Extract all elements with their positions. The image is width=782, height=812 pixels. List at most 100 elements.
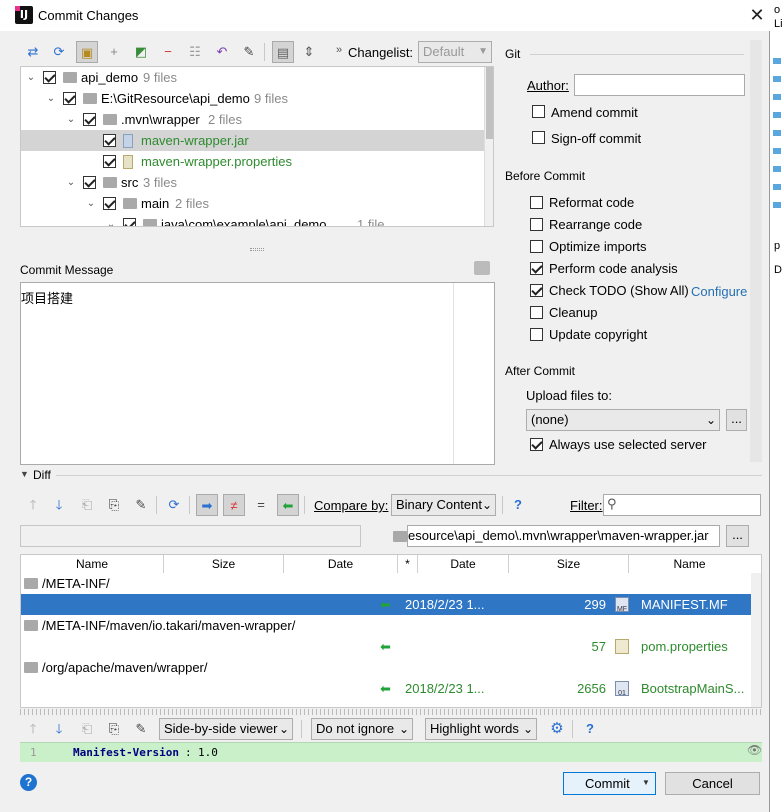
tree-checkbox[interactable] bbox=[103, 155, 116, 168]
changes-tree[interactable]: ⌄ api_demo 9 files ⌄ E:\GitResource\api_… bbox=[20, 66, 494, 227]
tree-checkbox[interactable] bbox=[123, 218, 136, 226]
table-row-folder[interactable]: /META-INF/ bbox=[21, 573, 751, 594]
commit-message-input[interactable]: 项目搭建 bbox=[20, 282, 495, 465]
expand-all-icon[interactable]: ⇕ bbox=[298, 41, 320, 63]
previous-file-icon[interactable]: ⎗ bbox=[76, 494, 98, 516]
next-file-icon[interactable]: ⎘ bbox=[103, 718, 125, 740]
commit-button[interactable]: Commit ▼ bbox=[563, 772, 656, 795]
show-deleted-icon[interactable]: ⬅ bbox=[277, 494, 299, 516]
diff-file-table[interactable]: Name Size Date * Date Size Name /META-IN… bbox=[20, 554, 762, 708]
show-equal-icon[interactable]: = bbox=[250, 494, 272, 516]
splitter-handle[interactable] bbox=[250, 248, 264, 251]
arrow-up-icon[interactable]: 🡑 bbox=[22, 718, 44, 740]
move-icon[interactable]: ◩ bbox=[130, 41, 152, 63]
help-icon[interactable]: ? bbox=[579, 718, 601, 740]
browse-path-button[interactable]: ... bbox=[726, 525, 749, 547]
diff-code-line[interactable]: 1 Manifest-Version : 1.0 👁 bbox=[20, 742, 762, 762]
add-icon[interactable]: + bbox=[103, 41, 125, 63]
upload-server-dropdown[interactable]: (none) ⌄ bbox=[526, 409, 720, 431]
always-use-server-checkbox[interactable] bbox=[530, 438, 543, 451]
show-difference-icon[interactable]: ≠ bbox=[223, 494, 245, 516]
refresh-icon[interactable]: ⟳ bbox=[163, 494, 185, 516]
check-todo-checkbox[interactable] bbox=[530, 284, 543, 297]
arrow-down-icon[interactable]: 🡓 bbox=[48, 494, 70, 516]
column-header-size-right[interactable]: Size bbox=[509, 555, 629, 573]
edit-source-icon[interactable]: ✎ bbox=[130, 718, 152, 740]
signoff-commit-checkbox[interactable] bbox=[532, 131, 545, 144]
table-row-folder[interactable]: /META-INF/maven/io.takari/maven-wrapper/ bbox=[21, 615, 751, 636]
eye-icon[interactable]: 👁 bbox=[747, 743, 762, 757]
configure-link[interactable]: Configure bbox=[691, 284, 747, 299]
refresh-icon[interactable]: ⟳ bbox=[48, 41, 70, 63]
cancel-button[interactable]: Cancel bbox=[665, 772, 760, 795]
tree-scrollbar[interactable] bbox=[484, 67, 493, 226]
viewer-mode-dropdown[interactable]: Side-by-side viewer ⌄ bbox=[159, 718, 293, 740]
tree-checkbox[interactable] bbox=[83, 176, 96, 189]
code-analysis-checkbox[interactable] bbox=[530, 262, 543, 275]
author-input[interactable] bbox=[574, 74, 745, 96]
highlight-dropdown[interactable]: Highlight words ⌄ bbox=[425, 718, 537, 740]
close-window-button[interactable]: ✕ bbox=[744, 2, 770, 28]
help-icon[interactable]: ? bbox=[507, 494, 529, 516]
column-header-date-right[interactable]: Date bbox=[418, 555, 509, 573]
revert-icon[interactable]: ↶ bbox=[211, 41, 233, 63]
table-row-folder[interactable]: /org/apache/maven/wrapper/ bbox=[21, 657, 751, 678]
cleanup-checkbox[interactable] bbox=[530, 306, 543, 319]
chevron-down-icon[interactable]: ⌄ bbox=[45, 88, 57, 109]
configure-server-button[interactable]: ... bbox=[726, 409, 747, 431]
changelist-dropdown[interactable]: Default ▼ bbox=[418, 41, 492, 63]
tree-node-java[interactable]: ⌄ java\com\example\api_demo 1 file bbox=[21, 214, 484, 226]
column-header-size-left[interactable]: Size bbox=[164, 555, 284, 573]
commit-history-icon[interactable] bbox=[474, 261, 490, 275]
optimize-imports-checkbox[interactable] bbox=[530, 240, 543, 253]
table-row[interactable]: ⬅ 57 pom.properties bbox=[21, 636, 751, 657]
table-scrollbar[interactable] bbox=[751, 573, 761, 707]
tree-node-properties[interactable]: maven-wrapper.properties bbox=[21, 151, 484, 172]
tree-node-mvn[interactable]: ⌄ .mvn\wrapper 2 files bbox=[21, 109, 484, 130]
right-path-field[interactable]: esource\api_demo\.mvn\wrapper\maven-wrap… bbox=[407, 525, 720, 547]
column-header-name-left[interactable]: Name bbox=[21, 555, 164, 573]
filter-input[interactable]: ⚲ bbox=[603, 494, 761, 516]
chevron-down-icon[interactable]: ▼ bbox=[642, 778, 650, 787]
diff-splitter[interactable] bbox=[20, 709, 762, 715]
previous-file-icon[interactable]: ⎗ bbox=[76, 718, 98, 740]
help-button[interactable]: ? bbox=[20, 774, 37, 791]
show-diff-icon[interactable]: ⇄ bbox=[22, 41, 44, 63]
amend-commit-checkbox[interactable] bbox=[532, 105, 545, 118]
show-new-files-icon[interactable]: ➡ bbox=[196, 494, 218, 516]
arrow-down-icon[interactable]: 🡓 bbox=[48, 718, 70, 740]
group-icon[interactable]: ☷ bbox=[184, 41, 206, 63]
options-scrollbar[interactable] bbox=[750, 40, 762, 462]
collapse-triangle-icon[interactable]: ▼ bbox=[20, 469, 29, 479]
remove-icon[interactable]: − bbox=[157, 41, 179, 63]
show-unversioned-icon[interactable]: ▤ bbox=[272, 41, 294, 63]
column-header-name-right[interactable]: Name bbox=[629, 555, 750, 573]
tree-scrollbar-thumb[interactable] bbox=[486, 67, 493, 139]
edit-source-icon[interactable]: ✎ bbox=[238, 41, 260, 63]
compare-by-dropdown[interactable]: Binary Content ⌄ bbox=[391, 494, 496, 516]
tree-checkbox[interactable] bbox=[103, 134, 116, 147]
whitespace-dropdown[interactable]: Do not ignore ⌄ bbox=[311, 718, 413, 740]
tree-node-root[interactable]: ⌄ api_demo 9 files bbox=[21, 67, 484, 88]
edit-source-icon[interactable]: ✎ bbox=[130, 494, 152, 516]
tree-checkbox[interactable] bbox=[43, 71, 56, 84]
chevron-down-icon[interactable]: ⌄ bbox=[65, 172, 77, 193]
chevron-down-icon[interactable]: ⌄ bbox=[65, 109, 77, 130]
table-row[interactable]: ⬅ 2018/2/23 1... 299 MF MANIFEST.MF bbox=[21, 594, 751, 615]
chevron-down-icon[interactable]: ⌄ bbox=[105, 214, 117, 226]
tree-node-repo[interactable]: ⌄ E:\GitResource\api_demo 9 files bbox=[21, 88, 484, 109]
reformat-code-checkbox[interactable] bbox=[530, 196, 543, 209]
left-path-field[interactable] bbox=[20, 525, 361, 547]
tree-checkbox[interactable] bbox=[63, 92, 76, 105]
column-header-date-left[interactable]: Date bbox=[284, 555, 398, 573]
tree-checkbox[interactable] bbox=[103, 197, 116, 210]
tree-node-src[interactable]: ⌄ src 3 files bbox=[21, 172, 484, 193]
tree-node-jar[interactable]: maven-wrapper.jar bbox=[21, 130, 484, 151]
tree-checkbox[interactable] bbox=[83, 113, 96, 126]
gear-icon[interactable]: ⚙ bbox=[546, 718, 568, 740]
next-file-icon[interactable]: ⎘ bbox=[103, 494, 125, 516]
update-copyright-checkbox[interactable] bbox=[530, 328, 543, 341]
changelist-icon[interactable]: ▣ bbox=[76, 41, 98, 63]
chevron-down-icon[interactable]: ⌄ bbox=[85, 193, 97, 214]
tree-node-main[interactable]: ⌄ main 2 files bbox=[21, 193, 484, 214]
